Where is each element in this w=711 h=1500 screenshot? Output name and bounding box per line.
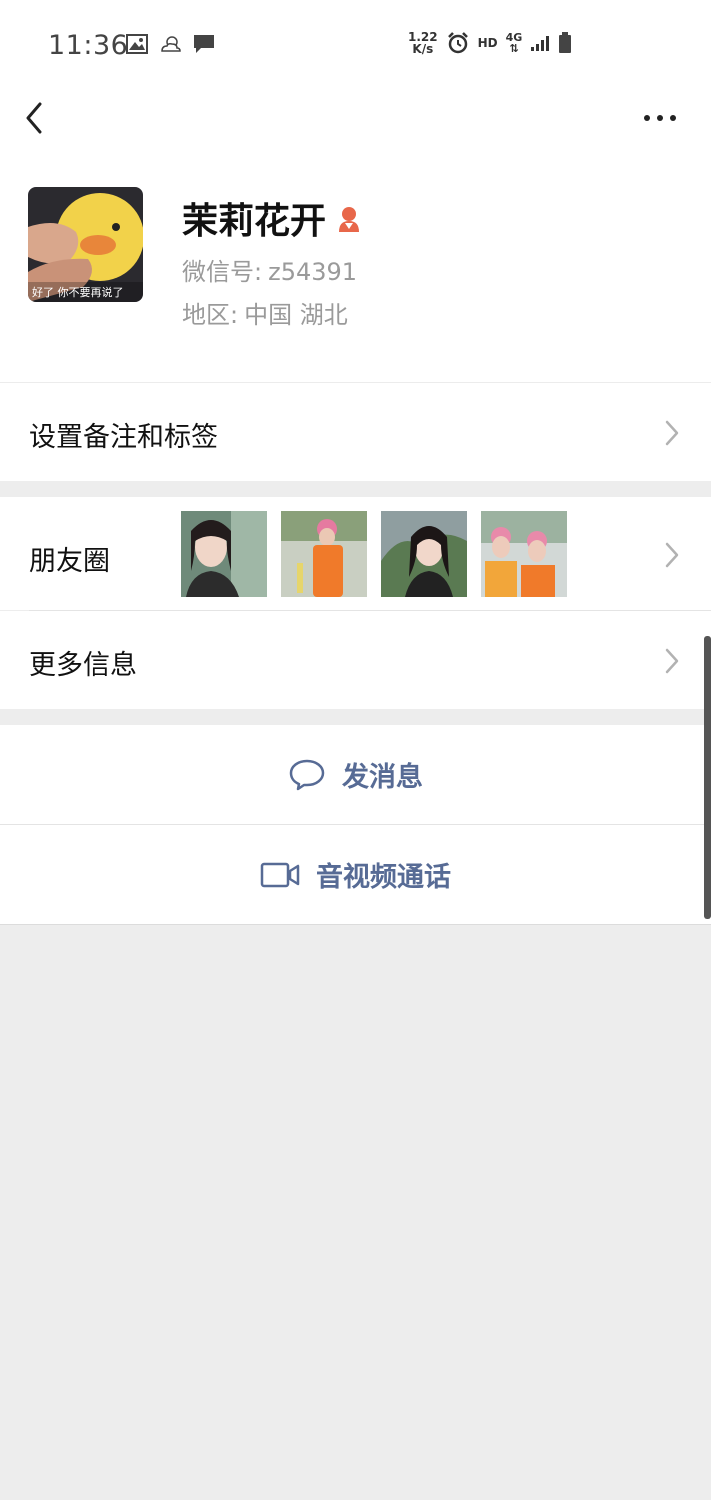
data-arrows-icon: ⇅ <box>509 42 519 55</box>
nav-bar <box>0 90 711 160</box>
send-message-button[interactable]: 发消息 <box>0 725 711 824</box>
alarm-icon <box>447 32 468 54</box>
moments-cell[interactable]: 朋友圈 <box>0 497 711 610</box>
remark-tags-label: 设置备注和标签 <box>29 422 218 453</box>
network-indicator: 4G ⇅ <box>506 32 523 54</box>
hd-indicator: HD <box>477 36 498 50</box>
message-icon <box>194 35 214 53</box>
gallery-icon <box>126 34 148 54</box>
more-options-button[interactable] <box>635 105 685 141</box>
status-time: 11:36 <box>48 30 129 61</box>
moments-label: 朋友圈 <box>29 546 110 577</box>
moments-thumbnail <box>181 511 267 597</box>
more-dots-icon <box>644 115 676 121</box>
contact-name: 茉莉花开 <box>182 201 327 242</box>
chevron-left-icon <box>26 102 42 134</box>
wechat-id-line: 微信号: z54391 <box>182 252 357 287</box>
avatar[interactable]: 好了 你不要再说了 <box>28 187 143 302</box>
more-info-label: 更多信息 <box>29 650 137 681</box>
signal-icon <box>531 36 550 51</box>
moments-thumbnails <box>181 511 567 597</box>
moments-thumbnail <box>481 511 567 597</box>
chevron-right-icon <box>665 420 679 446</box>
video-camera-icon <box>260 862 300 887</box>
more-info-cell[interactable]: 更多信息 <box>0 611 711 709</box>
region-label: 地区: <box>182 301 239 329</box>
female-gender-icon <box>339 207 360 232</box>
back-button[interactable] <box>20 100 60 150</box>
status-bar: 11:36 1.22 K/s HD 4G ⇅ <box>0 0 711 90</box>
video-call-label: 音视频通话 <box>316 862 451 893</box>
weather-icon <box>161 36 181 52</box>
net-speed-unit: K/s <box>412 42 434 56</box>
moments-thumbnail <box>381 511 467 597</box>
video-call-button[interactable]: 音视频通话 <box>0 825 711 924</box>
avatar-caption: 好了 你不要再说了 <box>32 286 124 299</box>
profile-header: 好了 你不要再说了 茉莉花开 微信号: z54391 地区: 中国 湖北 <box>0 160 711 382</box>
section-divider <box>0 924 711 925</box>
scrollbar[interactable] <box>704 636 711 919</box>
chat-bubble-icon <box>289 759 325 790</box>
remark-tags-cell[interactable]: 设置备注和标签 <box>0 383 711 481</box>
wechat-id-label: 微信号: <box>182 258 263 286</box>
net-speed: 1.22 K/s <box>408 31 438 55</box>
region-line: 地区: 中国 湖北 <box>182 295 348 330</box>
wechat-id-value: z54391 <box>268 258 358 286</box>
battery-icon <box>559 32 572 53</box>
region-value: 中国 湖北 <box>244 301 348 329</box>
send-message-label: 发消息 <box>342 762 423 793</box>
chevron-right-icon <box>665 648 679 674</box>
chevron-right-icon <box>665 542 679 568</box>
moments-thumbnail <box>281 511 367 597</box>
